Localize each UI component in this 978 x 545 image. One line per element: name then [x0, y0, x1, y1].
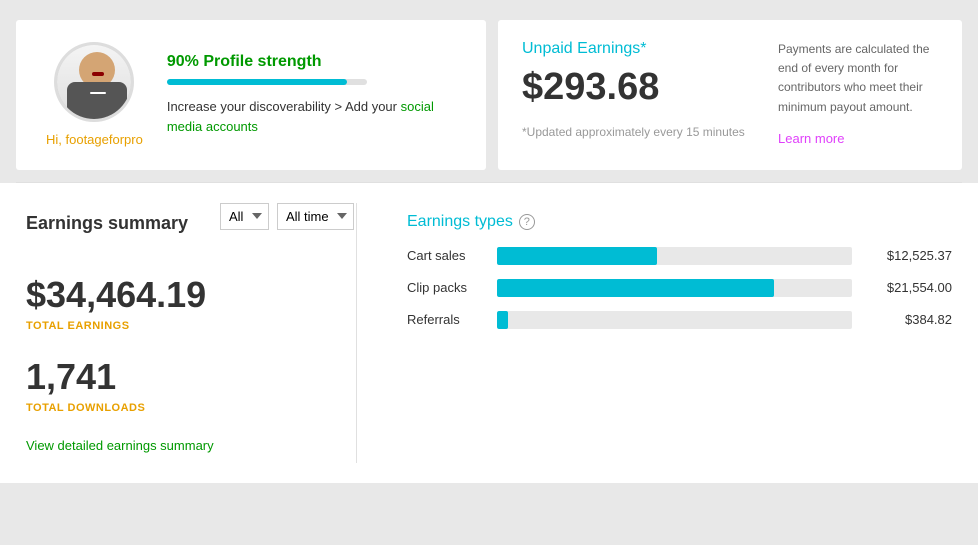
unpaid-note: *Updated approximately every 15 minutes: [522, 125, 758, 139]
info-icon[interactable]: ?: [519, 214, 535, 230]
earnings-row-label: Referrals: [407, 312, 487, 327]
avatar-section: Hi, footageforpro: [46, 42, 143, 147]
greeting-text: Hi, footageforpro: [46, 132, 143, 147]
total-earnings-value: $34,464.19: [26, 274, 306, 316]
earnings-types-header: Earnings types ?: [407, 213, 952, 231]
total-earnings-label: TOTAL EARNINGS: [26, 320, 306, 332]
profile-card: Hi, footageforpro 90% Profile strength I…: [16, 20, 486, 170]
strength-bar-fill: [167, 79, 347, 85]
profile-strength: 90% Profile strength Increase your disco…: [167, 53, 456, 136]
bar-fill: [497, 247, 657, 265]
bar-container: [497, 247, 852, 265]
bar-container: [497, 311, 852, 329]
total-downloads-value: 1,741: [26, 356, 306, 398]
main-section: All All time Earnings summary $34,464.19…: [0, 183, 978, 483]
left-panel: Earnings summary $34,464.19 TOTAL EARNIN…: [16, 203, 316, 463]
earnings-row-label: Cart sales: [407, 248, 487, 263]
right-panel: Earnings types ? Cart sales $12,525.37 Cli…: [397, 203, 962, 463]
earnings-rows-container: Cart sales $12,525.37 Clip packs $21,554.00…: [407, 247, 952, 329]
earnings-row: Cart sales $12,525.37: [407, 247, 952, 265]
filter-all-select[interactable]: All: [220, 203, 269, 230]
total-downloads-label: TOTAL DOWNLOADS: [26, 402, 306, 414]
earnings-row-amount: $21,554.00: [862, 280, 952, 295]
discoverability-label: Increase your discoverability > Add your: [167, 99, 397, 114]
filter-container: All All time: [220, 203, 354, 230]
filter-time-select[interactable]: All time: [277, 203, 354, 230]
earnings-row: Referrals $384.82: [407, 311, 952, 329]
payments-note: Payments are calculated the end of every…: [778, 40, 938, 150]
earnings-row-amount: $12,525.37: [862, 248, 952, 263]
totals-section: $34,464.19 TOTAL EARNINGS 1,741 TOTAL DO…: [26, 274, 306, 414]
earnings-row: Clip packs $21,554.00: [407, 279, 952, 297]
unpaid-title: Unpaid Earnings*: [522, 40, 758, 58]
earnings-row-label: Clip packs: [407, 280, 487, 295]
bar-fill: [497, 279, 774, 297]
bar-fill: [497, 311, 508, 329]
unpaid-main: Unpaid Earnings* $293.68 *Updated approx…: [522, 40, 758, 150]
discoverability-text: Increase your discoverability > Add your…: [167, 97, 456, 136]
view-detailed-link[interactable]: View detailed earnings summary: [26, 438, 214, 453]
bar-container: [497, 279, 852, 297]
strength-label: 90% Profile strength: [167, 53, 456, 71]
strength-bar-background: [167, 79, 367, 85]
payments-info-text: Payments are calculated the end of every…: [778, 42, 929, 114]
vertical-divider: [356, 203, 357, 463]
learn-more-link[interactable]: Learn more: [778, 129, 938, 150]
earnings-types-title: Earnings types: [407, 213, 513, 231]
unpaid-amount: $293.68: [522, 66, 758, 109]
unpaid-earnings-card: Unpaid Earnings* $293.68 *Updated approx…: [498, 20, 962, 170]
earnings-row-amount: $384.82: [862, 312, 952, 327]
avatar: [54, 42, 134, 122]
